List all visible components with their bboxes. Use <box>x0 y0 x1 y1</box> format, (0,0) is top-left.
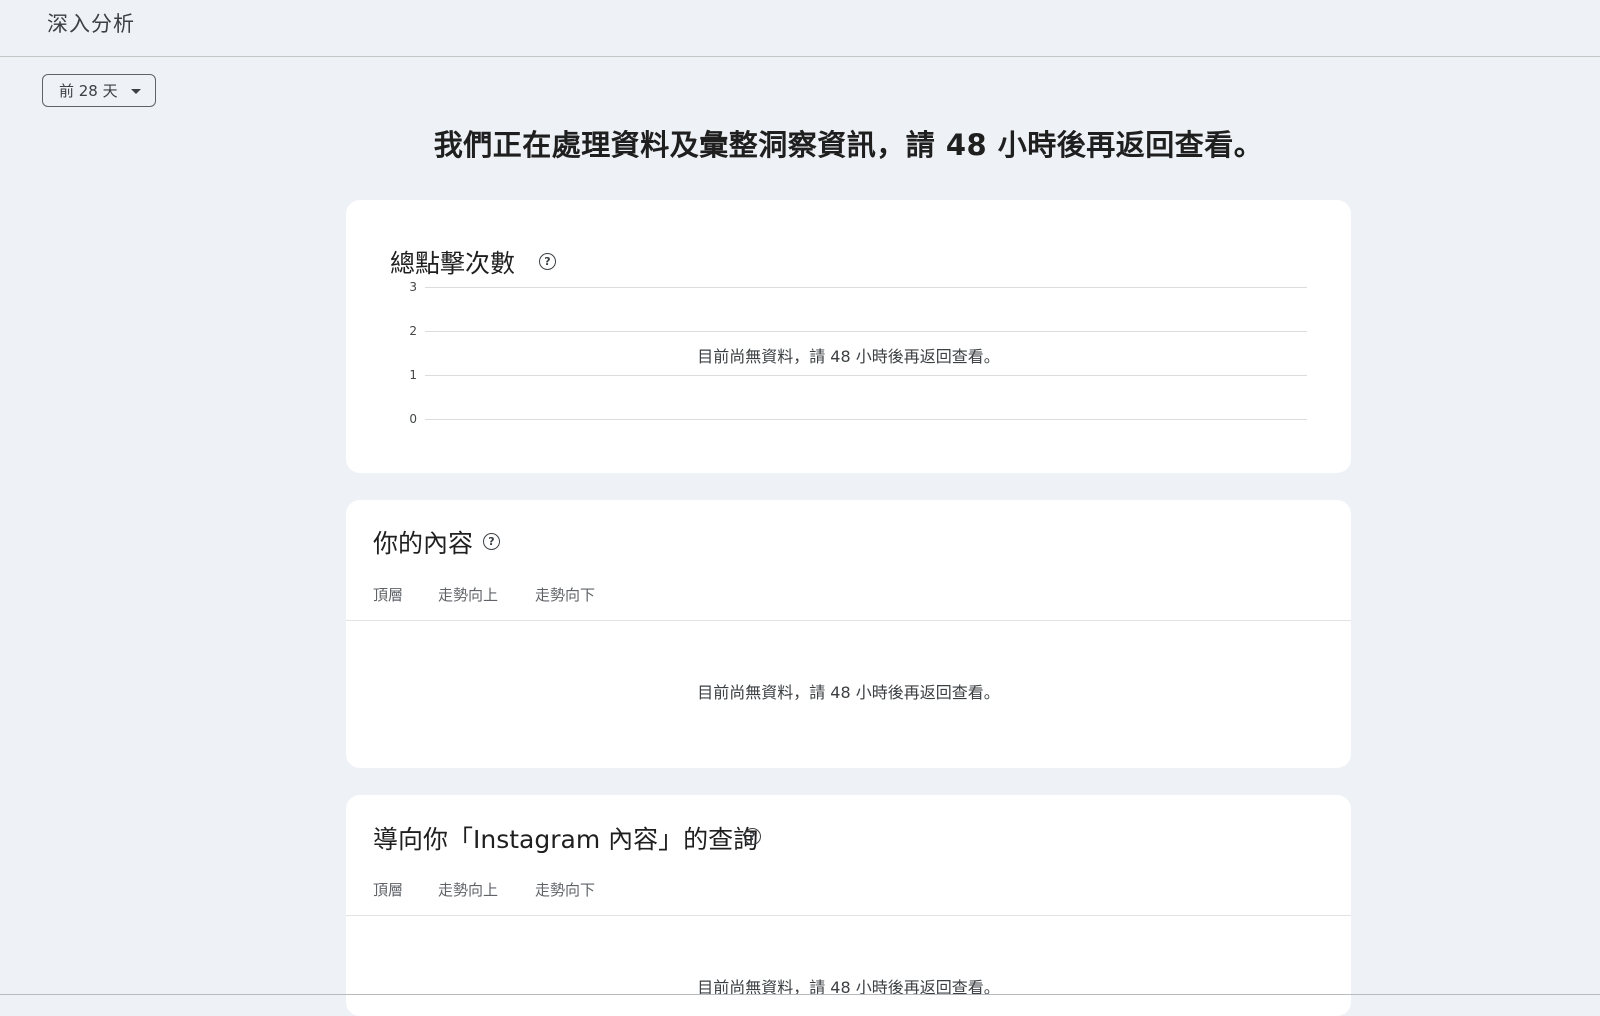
date-range-label: 前 28 天 <box>59 82 118 100</box>
card-title: 你的內容 <box>373 529 474 558</box>
y-tick-label: 3 <box>409 280 417 294</box>
empty-state-message: 目前尚無資料，請 48 小時後再返回查看。 <box>697 347 1000 366</box>
card-title: 總點擊次數 <box>390 249 516 278</box>
page-header: 深入分析 <box>0 0 1600 57</box>
help-circle-icon[interactable]: ? <box>539 253 556 270</box>
tabs-divider <box>346 915 1351 916</box>
empty-state-message: 目前尚無資料，請 48 小時後再返回查看。 <box>697 683 1000 702</box>
caret-down-icon <box>131 89 141 94</box>
tab-trending-down[interactable]: 走勢向下 <box>535 879 595 900</box>
tab-trending-up[interactable]: 走勢向上 <box>438 879 498 900</box>
grid-line <box>425 331 1307 332</box>
y-tick-label: 0 <box>409 412 417 426</box>
processing-banner: 我們正在處理資料及彙整洞察資訊，請 48 小時後再返回查看。 <box>433 128 1264 162</box>
your-content-card: 你的內容 ? 頂層 走勢向上 走勢向下 目前尚無資料，請 48 小時後再返回查看… <box>346 500 1351 768</box>
window-bottom-edge <box>0 994 1600 995</box>
card-title: 導向你「Instagram 內容」的查詢 <box>373 825 759 854</box>
help-circle-icon[interactable]: ? <box>744 828 761 845</box>
tab-trending-up[interactable]: 走勢向上 <box>438 584 498 605</box>
grid-line <box>425 287 1307 288</box>
y-tick-label: 1 <box>409 368 417 382</box>
date-range-dropdown[interactable]: 前 28 天 <box>42 74 156 107</box>
grid-line <box>425 419 1307 420</box>
queries-card: 導向你「Instagram 內容」的查詢 ? 頂層 走勢向上 走勢向下 目前尚無… <box>346 795 1351 1016</box>
total-clicks-card: 總點擊次數 ? 3 2 1 0 目前尚無資料，請 48 小時後再返回查看。 <box>346 200 1351 473</box>
help-circle-icon[interactable]: ? <box>483 533 500 550</box>
grid-line <box>425 375 1307 376</box>
page-title: 深入分析 <box>47 12 135 36</box>
tab-trending-down[interactable]: 走勢向下 <box>535 584 595 605</box>
tab-top[interactable]: 頂層 <box>373 879 403 900</box>
tabs-divider <box>346 620 1351 621</box>
tab-top[interactable]: 頂層 <box>373 584 403 605</box>
y-tick-label: 2 <box>409 324 417 338</box>
